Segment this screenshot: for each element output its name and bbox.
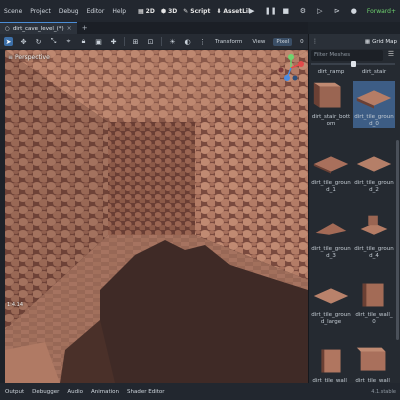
skeleton-icon[interactable]: ✚	[109, 37, 118, 46]
transform-menu[interactable]: Transform	[213, 39, 244, 45]
mesh-item-dirt-tile-ground-4[interactable]: dirt_tile_ground_4	[353, 213, 395, 260]
mesh-item-label: dirt_tile_ground_large	[311, 312, 351, 325]
run-controls: ▶ ❚❚ ■ ⚙ ▷ ⊳ ● Forward+	[248, 0, 396, 22]
add-tab-icon[interactable]: +	[82, 24, 88, 32]
node3d-icon: ○	[5, 25, 10, 32]
viewport-toolbar: ➤ ✥ ↻ ⤡ ⌖ 🔒︎ ▣ ✚ ⊞ ⊡ ☀ ◐ ⋮ Transform Vie…	[0, 34, 308, 49]
environment-preview-icon[interactable]: ◐	[183, 37, 192, 46]
scale-tool-icon[interactable]: ⤡	[49, 37, 58, 46]
mesh-item-dirt-tile-ground-0[interactable]: dirt_tile_ground_0	[353, 81, 395, 128]
play-scene-icon[interactable]: ▷	[316, 7, 324, 15]
play-icon[interactable]: ▶	[248, 7, 256, 15]
mesh-item-dirt-tile-wall-0[interactable]: dirt_tile_wall_0	[353, 279, 395, 326]
assetlib-icon: ⬇	[216, 7, 222, 15]
mesh-thumbnail	[356, 156, 392, 172]
audio-tab[interactable]: Audio	[67, 389, 83, 395]
mesh-item-dirt-stair-bottom[interactable]: dirt_stair_bottom	[310, 81, 352, 128]
mesh-item-label: dirt_stair_bottom	[311, 114, 351, 127]
bottom-panel-bar: Output Debugger Audio Animation Shader E…	[0, 383, 400, 400]
workspace-script[interactable]: ✎ Script	[183, 8, 210, 15]
menu-project[interactable]: Project	[26, 8, 55, 15]
gridmap-icon: ▦	[364, 38, 371, 45]
sun-preview-icon[interactable]: ☀	[168, 37, 177, 46]
mesh-item-label: dirt_tile_ground_4	[354, 246, 394, 259]
menu-editor[interactable]: Editor	[83, 8, 109, 15]
3d-viewport[interactable]	[5, 50, 308, 383]
axis-gizmo[interactable]	[278, 54, 304, 82]
filter-meshes-input[interactable]: Filter Meshes	[311, 50, 383, 61]
cave-scene	[5, 50, 308, 383]
version-label: 4.1.stable	[371, 388, 396, 395]
grid-icon: ▦	[138, 7, 144, 15]
menu-help[interactable]: Help	[108, 8, 130, 15]
pixel-value: 0	[300, 38, 304, 45]
zoom-slider-handle[interactable]	[351, 61, 356, 67]
mesh-thumbnail	[313, 82, 341, 108]
toolbar-divider	[161, 37, 162, 46]
play-custom-icon[interactable]: ⊳	[333, 7, 341, 15]
renderer-selector[interactable]: Forward+	[367, 8, 396, 15]
cube-icon: ⬢	[160, 7, 167, 15]
menu-bar: Scene Project Debug Editor Help ▦ 2D ⬢ 3…	[0, 0, 400, 22]
list-view-icon[interactable]: ☰	[386, 50, 396, 61]
mesh-thumbnail	[313, 156, 349, 174]
mesh-thumbnail	[360, 215, 388, 235]
workspace-switcher: ▦ 2D ⬢ 3D ✎ Script ⬇ AssetLib	[138, 0, 252, 22]
mesh-item-dirt-tile-ground-1[interactable]: dirt_tile_ground_1	[310, 147, 352, 194]
mesh-thumbnail	[356, 347, 386, 371]
toolbar-divider	[124, 37, 125, 46]
mesh-thumbnail	[315, 223, 347, 235]
mesh-item-label: dirt_tile_ground_1	[311, 180, 351, 193]
gridmap-tab[interactable]: ▦ Grid Map	[365, 39, 397, 45]
movie-icon[interactable]: ●	[350, 7, 358, 15]
viewport-perspective-menu[interactable]: ≡ Perspective	[8, 54, 50, 61]
view-menu[interactable]: View	[250, 39, 267, 45]
mesh-thumbnail	[321, 349, 341, 373]
mesh-item-label: dirt_tile_wall_0	[355, 312, 393, 325]
debugger-tab[interactable]: Debugger	[32, 389, 59, 395]
move-tool-icon[interactable]: ✥	[19, 37, 28, 46]
mesh-item-dirt-ramp[interactable]: dirt_ramp	[310, 69, 352, 76]
pause-icon[interactable]: ❚❚	[265, 7, 277, 15]
lock-icon[interactable]: 🔒︎	[79, 37, 88, 46]
mesh-item-dirt-tile-ground-2[interactable]: dirt_tile_ground_2	[353, 147, 395, 194]
shader-editor-tab[interactable]: Shader Editor	[127, 389, 165, 395]
mesh-item-label: dirt_ramp	[317, 69, 345, 75]
animation-tab[interactable]: Animation	[91, 389, 119, 395]
workspace-3d[interactable]: ⬢ 3D	[161, 8, 177, 15]
mesh-item-label: dirt_tile_ground_0	[354, 114, 394, 127]
mesh-item-dirt-stair[interactable]: dirt_stair	[353, 69, 395, 76]
select-tool-icon[interactable]: ➤	[4, 37, 13, 46]
more-options-icon[interactable]: ⋮	[198, 37, 207, 46]
mesh-item-dirt-tile-ground-3[interactable]: dirt_tile_ground_3	[310, 213, 352, 260]
menu-scene[interactable]: Scene	[0, 8, 26, 15]
menu-icon: ≡	[8, 54, 14, 61]
scene-tab-bar: ○ dirt_cave_level_(*) × +	[0, 22, 308, 34]
mesh-item-label: dirt_stair	[361, 69, 387, 75]
dock-header: ⋮ ▦ Grid Map	[309, 34, 400, 49]
rotate-tool-icon[interactable]: ↻	[34, 37, 43, 46]
workspace-2d[interactable]: ▦ 2D	[138, 8, 155, 15]
dock-handle-icon: ⋮	[312, 38, 318, 45]
scene-tab[interactable]: ○ dirt_cave_level_(*) ×	[0, 22, 77, 34]
mesh-item-dirt-tile-ground-large[interactable]: dirt_tile_ground_large	[310, 279, 352, 326]
viewport-scale-readout: 1:4.14	[7, 302, 23, 308]
mesh-thumbnail	[356, 90, 392, 109]
pixel-menu[interactable]: Pixel	[273, 37, 293, 46]
menu-debug[interactable]: Debug	[55, 8, 83, 15]
remote-debug-icon[interactable]: ⚙	[299, 7, 307, 15]
stop-icon[interactable]: ■	[282, 7, 290, 15]
mesh-thumbnail	[362, 283, 384, 307]
local-space-icon[interactable]: ⊞	[131, 37, 140, 46]
script-icon: ✎	[183, 7, 189, 15]
snap-icon[interactable]: ⊡	[146, 37, 155, 46]
mesh-thumbnail	[313, 288, 349, 304]
dock-scrollbar[interactable]	[396, 140, 399, 340]
mesh-item-label: dirt_tile_ground_3	[311, 246, 351, 259]
output-tab[interactable]: Output	[5, 389, 24, 395]
mesh-item-label: dirt_tile_ground_2	[354, 180, 394, 193]
selectable-tool-icon[interactable]: ⌖	[64, 37, 73, 46]
close-icon[interactable]: ×	[67, 25, 72, 32]
group-icon[interactable]: ▣	[94, 37, 103, 46]
